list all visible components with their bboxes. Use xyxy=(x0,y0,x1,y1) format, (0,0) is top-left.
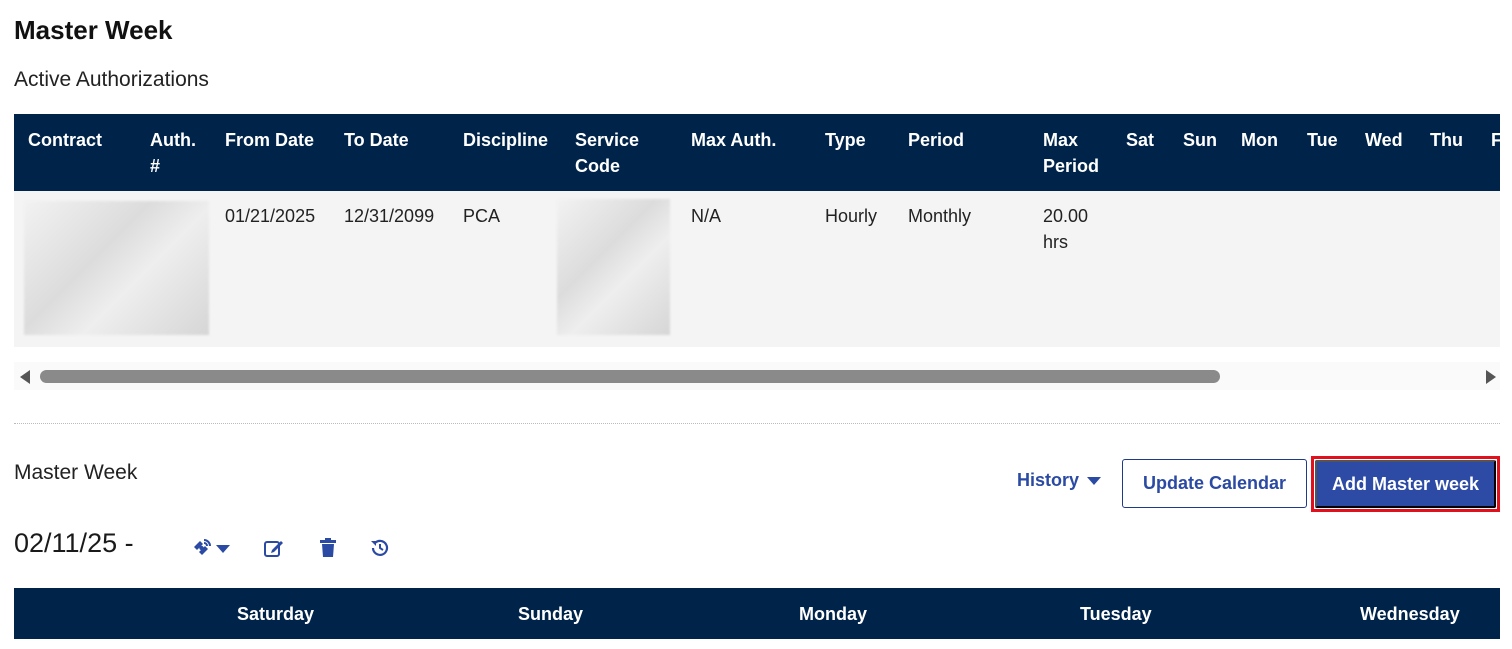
col-contract[interactable]: Contract xyxy=(28,127,102,153)
chevron-down-icon xyxy=(1087,476,1102,485)
col-service-code[interactable]: Service Code xyxy=(575,127,639,179)
col-tue[interactable]: Tue xyxy=(1307,127,1338,153)
redacted-contract xyxy=(24,201,209,335)
history-dropdown[interactable]: History xyxy=(1017,470,1102,491)
cell-max-auth: N/A xyxy=(691,206,722,226)
day-header-monday: Monday xyxy=(799,604,868,624)
history-label: History xyxy=(1017,470,1080,490)
col-max-period[interactable]: Max Period xyxy=(1043,127,1099,179)
cell-from-date: 01/21/2025 xyxy=(225,206,316,226)
section-divider xyxy=(14,423,1500,424)
horizontal-scrollbar[interactable] xyxy=(14,362,1500,390)
table-row[interactable]: 01/21/2025 12/31/2099 PCA N/A Hourly Mon… xyxy=(14,191,1500,347)
master-week-label: Master Week xyxy=(14,461,138,484)
col-fri[interactable]: F xyxy=(1491,127,1500,153)
trash-icon[interactable] xyxy=(317,537,339,559)
col-type[interactable]: Type xyxy=(825,127,866,153)
col-sun[interactable]: Sun xyxy=(1183,127,1217,153)
scroll-left-arrow-icon[interactable] xyxy=(20,370,30,384)
page-title: Master Week xyxy=(14,15,173,45)
add-master-week-button[interactable]: Add Master week xyxy=(1315,460,1496,508)
cell-type: Hourly xyxy=(825,206,878,226)
date-range: 02/11/25 - xyxy=(14,528,134,558)
col-mon[interactable]: Mon xyxy=(1241,127,1278,153)
cell-period: Monthly xyxy=(908,206,972,226)
update-calendar-button[interactable]: Update Calendar xyxy=(1122,459,1307,508)
authorizations-table: Contract Auth. # From Date To Date Discip… xyxy=(14,114,1500,390)
cell-max-period: 20.00 hrs xyxy=(1043,206,1089,252)
day-header-wednesday: Wednesday xyxy=(1360,604,1460,624)
satellite-dropdown-icon[interactable] xyxy=(191,537,233,559)
col-thu[interactable]: Thu xyxy=(1430,127,1463,153)
day-header-tuesday: Tuesday xyxy=(1080,604,1152,624)
history-icon[interactable] xyxy=(369,537,391,559)
cell-to-date: 12/31/2099 xyxy=(344,206,435,226)
section-subtitle: Active Authorizations xyxy=(14,68,209,91)
col-wed[interactable]: Wed xyxy=(1365,127,1403,153)
cell-discipline: PCA xyxy=(463,206,501,226)
day-header-saturday: Saturday xyxy=(237,604,315,624)
edit-icon[interactable] xyxy=(263,537,285,559)
col-discipline[interactable]: Discipline xyxy=(463,127,548,153)
col-sat[interactable]: Sat xyxy=(1126,127,1154,153)
col-to-date[interactable]: To Date xyxy=(344,127,409,153)
scroll-right-arrow-icon[interactable] xyxy=(1486,370,1496,384)
day-header-sunday: Sunday xyxy=(518,604,584,624)
scroll-thumb[interactable] xyxy=(40,370,1220,383)
col-auth[interactable]: Auth. # xyxy=(150,127,196,179)
col-max-auth[interactable]: Max Auth. xyxy=(691,127,776,153)
col-period[interactable]: Period xyxy=(908,127,964,153)
redacted-service-code xyxy=(557,199,670,335)
week-table-header: Saturday Sunday Monday Tuesday Wednesday xyxy=(14,588,1500,639)
table-header: Contract Auth. # From Date To Date Discip… xyxy=(14,114,1500,191)
col-from-date[interactable]: From Date xyxy=(225,127,314,153)
